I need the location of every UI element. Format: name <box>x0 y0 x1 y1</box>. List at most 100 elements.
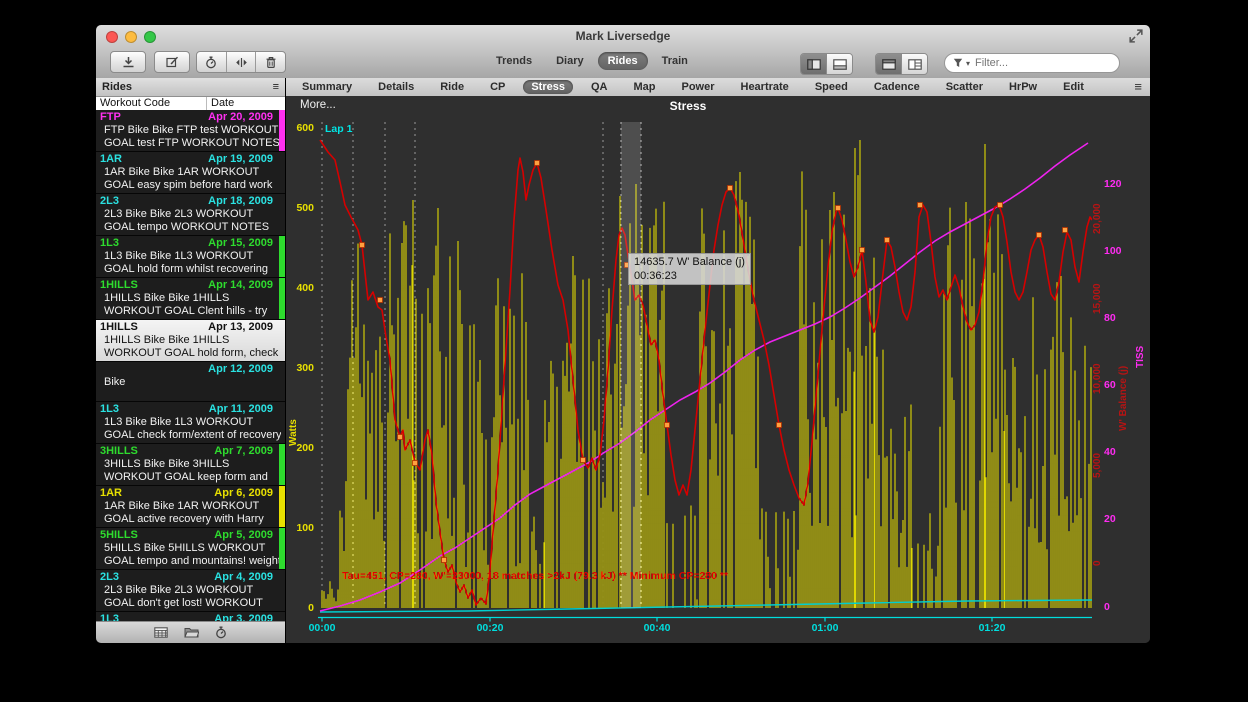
ride-date: Apr 4, 2009 <box>214 571 273 584</box>
ride-tab-ride[interactable]: Ride <box>432 80 472 94</box>
funnel-icon <box>953 58 963 68</box>
filter-input[interactable] <box>973 56 1097 70</box>
tab-rides[interactable]: Rides <box>598 52 648 70</box>
ride-tab-hrpw[interactable]: HrPw <box>1001 80 1045 94</box>
ride-description: 2L3 Bike Bike 2L3 WORKOUT <box>100 584 281 597</box>
chart-canvas[interactable] <box>318 122 1092 622</box>
screen: Mark Liversedge <box>0 0 1248 702</box>
watts-axis-label: Watts <box>288 366 299 446</box>
ride-tab-stress[interactable]: Stress <box>523 80 573 94</box>
wbal-axis-label: W' Balance (j) <box>1118 271 1129 431</box>
ride-item[interactable]: 3HILLSApr 7, 20093HILLS Bike Bike 3HILLS… <box>96 444 285 486</box>
rides-sidebar: Rides ≡ Workout Code Date FTP Apr 20, 200… <box>96 78 286 643</box>
intensity-strip <box>279 486 285 527</box>
ride-item[interactable]: 2L3Apr 18, 20092L3 Bike Bike 2L3 WORKOUT… <box>96 194 285 236</box>
column-workout-code[interactable]: Workout Code <box>96 97 207 111</box>
window-title: Mark Liversedge <box>96 29 1150 43</box>
toolbar: TrendsDiaryRidesTrain <box>96 48 1150 79</box>
workout-code: 1L3 <box>100 237 119 250</box>
intensity-strip <box>279 528 285 569</box>
ride-description: GOAL check form/extent of recovery <box>100 429 281 442</box>
ride-item[interactable]: 1ARApr 19, 20091AR Bike Bike 1AR WORKOUT… <box>96 152 285 194</box>
chart-title: Stress <box>286 99 1090 113</box>
tiss-axis-label: TISS <box>1135 314 1146 368</box>
ride-tab-summary[interactable]: Summary <box>294 80 360 94</box>
tiss-tick: 0 <box>1104 601 1110 613</box>
ride-date: Apr 12, 2009 <box>208 363 273 376</box>
calendar-icon[interactable] <box>154 627 168 638</box>
compose-icon <box>166 56 179 68</box>
ride-tab-details[interactable]: Details <box>370 80 422 94</box>
column-date[interactable]: Date <box>207 97 234 111</box>
sidebar-header[interactable]: Rides ≡ <box>96 78 285 97</box>
ride-item[interactable]: Apr 12, 2009Bike <box>96 362 285 402</box>
ride-item[interactable]: 5HILLSApr 5, 20095HILLS Bike 5HILLS WORK… <box>96 528 285 570</box>
sidebar-footer <box>96 621 285 643</box>
fullscreen-icon[interactable] <box>1129 29 1143 43</box>
interval-icon[interactable] <box>215 626 227 639</box>
ride-description: 5HILLS Bike 5HILLS WORKOUT <box>100 542 281 555</box>
ride-item[interactable]: 1L3Apr 15, 20091L3 Bike Bike 1L3 WORKOUT… <box>96 236 285 278</box>
ride-date: Apr 20, 2009 <box>208 111 273 124</box>
wbal-tick: 20,000 <box>1092 188 1103 234</box>
menu-icon[interactable]: ≡ <box>273 81 279 93</box>
main-panel: Summary Details Ride CP Stress QA Map Power Hear… <box>286 78 1150 643</box>
ride-tab-cadence[interactable]: Cadence <box>866 80 928 94</box>
ride-tab-power[interactable]: Power <box>673 80 722 94</box>
wbal-tick: 5,000 <box>1092 432 1103 478</box>
ride-tab-speed[interactable]: Speed <box>807 80 856 94</box>
workout-code: 1AR <box>100 487 122 500</box>
ride-item[interactable]: 1HILLSApr 14, 20091HILLS Bike Bike 1HILL… <box>96 278 285 320</box>
tiled-view-button[interactable] <box>901 54 927 74</box>
import-ride-button[interactable] <box>110 51 146 73</box>
ride-description: WORKOUT GOAL keep form and <box>100 471 281 484</box>
ride-item[interactable]: 1HILLSApr 13, 20091HILLS Bike Bike 1HILL… <box>96 320 285 362</box>
view-tabs: TrendsDiaryRidesTrain <box>486 52 698 70</box>
ride-tab-map[interactable]: Map <box>625 80 663 94</box>
delete-ride-button[interactable] <box>256 52 285 72</box>
ride-tab-scatter[interactable]: Scatter <box>938 80 991 94</box>
titlebar[interactable]: Mark Liversedge <box>96 25 1150 49</box>
ride-item[interactable]: 1L3Apr 11, 20091L3 Bike Bike 1L3 WORKOUT… <box>96 402 285 444</box>
tiled-icon <box>908 59 922 70</box>
bottombar-toggle-button[interactable] <box>826 54 852 74</box>
tiss-tick: 80 <box>1104 312 1116 324</box>
sidebar-title: Rides <box>102 81 132 93</box>
workout-code: 1AR <box>100 153 122 166</box>
ride-item[interactable]: FTP Apr 20, 2009FTP Bike Bike FTP test WO… <box>96 110 285 152</box>
ride-description: FTP Bike Bike FTP test WORKOUT <box>100 124 281 137</box>
ride-description: 1L3 Bike Bike 1L3 WORKOUT <box>100 416 281 429</box>
tiss-tick: 100 <box>1104 245 1122 257</box>
tab-diary[interactable]: Diary <box>546 52 594 70</box>
ride-date: Apr 5, 2009 <box>214 529 273 542</box>
stress-chart[interactable]: More... Stress 6005004003002001000 Watts… <box>286 96 1150 643</box>
ride-description: GOAL easy spim before hard work <box>100 179 281 192</box>
ride-tab-edit[interactable]: Edit <box>1055 80 1092 94</box>
split-ride-button[interactable] <box>227 52 256 72</box>
workout-code: 1L3 <box>100 403 119 416</box>
intensity-strip <box>279 110 285 151</box>
intensity-strip <box>279 278 285 319</box>
tab-train[interactable]: Train <box>652 52 698 70</box>
ride-description: 2L3 Bike Bike 2L3 WORKOUT <box>100 208 281 221</box>
folder-icon[interactable] <box>184 627 199 638</box>
ride-tab-qa[interactable]: QA <box>583 80 616 94</box>
wbal-tick: 0 <box>1092 520 1103 566</box>
sidebar-toggle-button[interactable] <box>801 54 826 74</box>
tooltip-value: 14635.7 W' Balance (j) <box>634 255 745 269</box>
workout-code: FTP <box>100 111 121 124</box>
tab-trends[interactable]: Trends <box>486 52 542 70</box>
wbal-tick: 15,000 <box>1092 268 1103 314</box>
chart-menu-icon[interactable]: ≡ <box>1134 82 1142 92</box>
intervals-button[interactable] <box>197 52 226 72</box>
time-tick: 00:00 <box>309 622 336 634</box>
ride-tab-heartrate[interactable]: Heartrate <box>733 80 797 94</box>
ride-item[interactable]: 2L3Apr 4, 20092L3 Bike Bike 2L3 WORKOUTG… <box>96 570 285 612</box>
ride-description: GOAL test FTP WORKOUT NOTES <box>100 137 281 150</box>
manual-entry-button[interactable] <box>154 51 190 73</box>
tabbed-view-button[interactable] <box>876 54 901 74</box>
filter-field[interactable]: ▾ <box>944 53 1120 73</box>
ride-item[interactable]: 1ARApr 6, 20091AR Bike Bike 1AR WORKOUTG… <box>96 486 285 528</box>
ride-tab-cp[interactable]: CP <box>482 80 513 94</box>
tooltip-time: 00:36:23 <box>634 269 745 283</box>
